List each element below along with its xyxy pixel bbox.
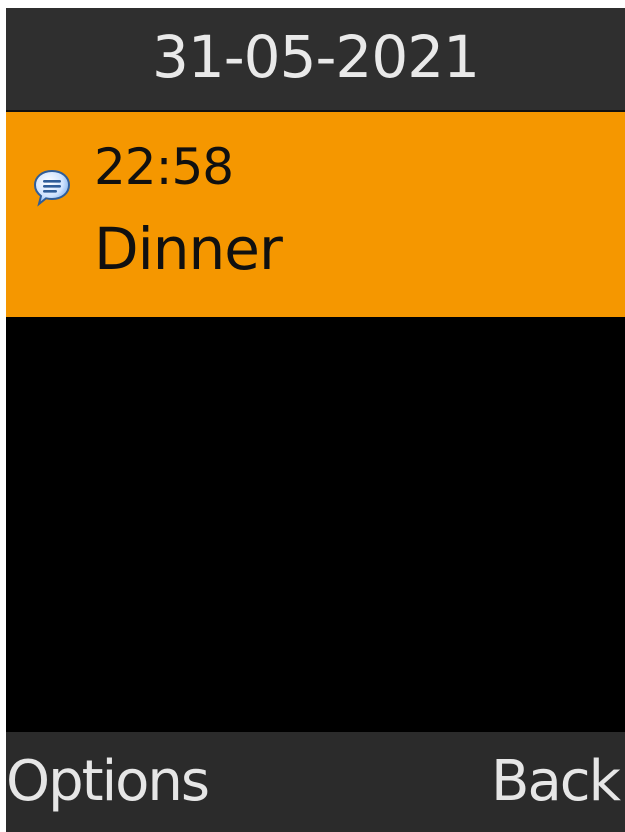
back-softkey[interactable]: Back (491, 754, 621, 810)
event-list: 22:58 Dinner (6, 112, 625, 317)
options-softkey[interactable]: Options (6, 754, 210, 810)
event-title: Dinner (94, 215, 283, 283)
speech-bubble-icon (33, 169, 71, 207)
phone-screen: 31-05-2021 22:58 Dinner Options Back (6, 8, 625, 832)
list-item[interactable]: 22:58 Dinner (6, 112, 625, 317)
title-bar: 31-05-2021 (6, 8, 625, 112)
softkey-bar: Options Back (6, 732, 625, 832)
event-time: 22:58 (94, 138, 234, 196)
page-title: 31-05-2021 (151, 23, 480, 91)
